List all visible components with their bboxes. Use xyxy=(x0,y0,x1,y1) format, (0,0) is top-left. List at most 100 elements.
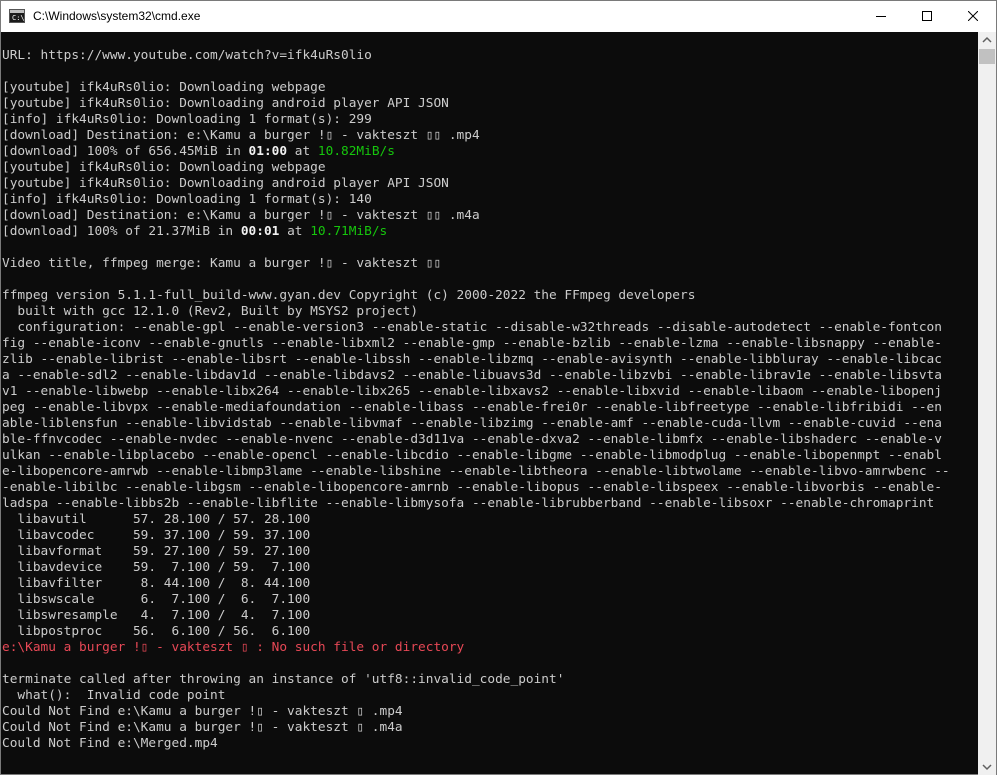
minimize-button[interactable] xyxy=(858,1,904,32)
console-line: libpostproc 56. 6.100 / 56. 6.100 xyxy=(2,624,978,640)
console-text: ble-ffnvcodec --enable-nvdec --enable-nv… xyxy=(2,432,942,447)
console-text: libavformat 59. 27.100 / 59. 27.100 xyxy=(2,544,311,559)
console-text: 10.71MiB/s xyxy=(310,224,388,239)
console-text: 01:00 xyxy=(248,144,288,159)
window-title: C:\Windows\system32\cmd.exe xyxy=(33,9,201,23)
console-text: ladspa --enable-libbs2b --enable-libflit… xyxy=(2,496,935,511)
console-line: e-libopencore-amrwb --enable-libmp3lame … xyxy=(2,464,978,480)
console-text: [youtube] ifk4uRs0lio: Downloading webpa… xyxy=(2,160,326,175)
console-text: Could Not Find e:\Kamu a burger !▯ - vak… xyxy=(2,720,403,735)
console-line: [info] ifk4uRs0lio: Downloading 1 format… xyxy=(2,112,978,128)
console-text: able-liblensfun --enable-libvidstab --en… xyxy=(2,416,942,431)
console-text: libswresample 4. 7.100 / 4. 7.100 xyxy=(2,608,311,623)
console-line: Could Not Find e:\Merged.mp4 xyxy=(2,736,978,752)
console-line: [youtube] ifk4uRs0lio: Downloading andro… xyxy=(2,96,978,112)
console-line: [youtube] ifk4uRs0lio: Downloading webpa… xyxy=(2,160,978,176)
console-text: terminate called after throwing an insta… xyxy=(2,672,565,687)
console-text: 00:01 xyxy=(240,224,280,239)
vertical-scrollbar[interactable] xyxy=(978,32,996,775)
console-text: ffmpeg version 5.1.1-full_build-www.gyan… xyxy=(2,288,696,303)
console-line: zlib --enable-librist --enable-libsrt --… xyxy=(2,352,978,368)
cmd-app-icon[interactable]: C:\ xyxy=(9,9,25,23)
console-line: libavdevice 59. 7.100 / 59. 7.100 xyxy=(2,560,978,576)
console-line: fig --enable-iconv --enable-gnutls --ena… xyxy=(2,336,978,352)
console-line: configuration: --enable-gpl --enable-ver… xyxy=(2,320,978,336)
console-text: Could Not Find e:\Kamu a burger !▯ - vak… xyxy=(2,704,403,719)
console-text: [info] ifk4uRs0lio: Downloading 1 format… xyxy=(2,192,372,207)
console-line: libavformat 59. 27.100 / 59. 27.100 xyxy=(2,544,978,560)
console-text: libavutil 57. 28.100 / 57. 28.100 xyxy=(2,512,311,527)
console-line: [download] Destination: e:\Kamu a burger… xyxy=(2,128,978,144)
app-icon-label: C:\ xyxy=(12,14,25,22)
console-text: what(): Invalid code point xyxy=(2,688,226,703)
maximize-button[interactable] xyxy=(904,1,950,32)
console-line: [info] ifk4uRs0lio: Downloading 1 format… xyxy=(2,192,978,208)
console-line: libavutil 57. 28.100 / 57. 28.100 xyxy=(2,512,978,528)
console-text: built with gcc 12.1.0 (Rev2, Built by MS… xyxy=(2,304,419,319)
console-line: [youtube] ifk4uRs0lio: Downloading andro… xyxy=(2,176,978,192)
console-text: libswscale 6. 7.100 / 6. 7.100 xyxy=(2,592,311,607)
console-text: libavdevice 59. 7.100 / 59. 7.100 xyxy=(2,560,311,575)
console-line: [download] 100% of 656.45MiB in 01:00 at… xyxy=(2,144,978,160)
console-line: ffmpeg version 5.1.1-full_build-www.gyan… xyxy=(2,288,978,304)
title-bar[interactable]: C:\ C:\Windows\system32\cmd.exe xyxy=(1,1,996,32)
console-line: ble-ffnvcodec --enable-nvdec --enable-nv… xyxy=(2,432,978,448)
console-text: a --enable-sdl2 --enable-libdav1d --enab… xyxy=(2,368,942,383)
console-text: libavfilter 8. 44.100 / 8. 44.100 xyxy=(2,576,311,591)
console-line: libswscale 6. 7.100 / 6. 7.100 xyxy=(2,592,978,608)
console-text: e:\Kamu a burger !▯ - vakteszt ▯ : No su… xyxy=(2,640,465,655)
console-text: fig --enable-iconv --enable-gnutls --ena… xyxy=(2,336,942,351)
console-line: [download] 100% of 21.37MiB in 00:01 at … xyxy=(2,224,978,240)
console-text: [youtube] ifk4uRs0lio: Downloading andro… xyxy=(2,96,449,111)
console-line: ladspa --enable-libbs2b --enable-libflit… xyxy=(2,496,978,512)
console-text: URL: https://www.youtube.com/watch?v=ifk… xyxy=(2,48,372,63)
console-line: what(): Invalid code point xyxy=(2,688,978,704)
console-text: at xyxy=(279,224,311,239)
console-text: Could Not Find e:\Merged.mp4 xyxy=(2,736,218,751)
cmd-window: C:\ C:\Windows\system32\cmd.exe URL: htt… xyxy=(0,0,997,775)
console-line: able-liblensfun --enable-libvidstab --en… xyxy=(2,416,978,432)
console-text: [download] 100% of 656.45MiB in xyxy=(2,144,249,159)
console-line: e:\Kamu a burger !▯ - vakteszt ▯ : No su… xyxy=(2,640,978,656)
console-output[interactable]: URL: https://www.youtube.com/watch?v=ifk… xyxy=(2,32,978,775)
console-line: libswresample 4. 7.100 / 4. 7.100 xyxy=(2,608,978,624)
close-icon xyxy=(968,11,978,21)
scroll-up-button[interactable] xyxy=(978,32,996,49)
console-line: ulkan --enable-libplacebo --enable-openc… xyxy=(2,448,978,464)
console-text: e-libopencore-amrwb --enable-libmp3lame … xyxy=(2,464,950,479)
console-line: terminate called after throwing an insta… xyxy=(2,672,978,688)
console-text: zlib --enable-librist --enable-libsrt --… xyxy=(2,352,942,367)
console-text: [download] Destination: e:\Kamu a burger… xyxy=(2,208,480,223)
console-line: Could Not Find e:\Kamu a burger !▯ - vak… xyxy=(2,704,978,720)
console-text: [youtube] ifk4uRs0lio: Downloading webpa… xyxy=(2,80,326,95)
close-button[interactable] xyxy=(950,1,996,32)
scrollbar-thumb[interactable] xyxy=(979,49,995,64)
console-line: Could Not Find e:\Kamu a burger !▯ - vak… xyxy=(2,720,978,736)
scroll-down-arrow-icon xyxy=(982,764,992,771)
console-text: libpostproc 56. 6.100 / 56. 6.100 xyxy=(2,624,311,639)
console-text: [info] ifk4uRs0lio: Downloading 1 format… xyxy=(2,112,372,127)
console-line: libavcodec 59. 37.100 / 59. 37.100 xyxy=(2,528,978,544)
console-text: Video title, ffmpeg merge: Kamu a burger… xyxy=(2,256,442,271)
console-text: [download] 100% of 21.37MiB in xyxy=(2,224,241,239)
console-line: built with gcc 12.1.0 (Rev2, Built by MS… xyxy=(2,304,978,320)
console-line: -enable-libilbc --enable-libgsm --enable… xyxy=(2,480,978,496)
console-text: libavcodec 59. 37.100 / 59. 37.100 xyxy=(2,528,311,543)
console-text: -enable-libilbc --enable-libgsm --enable… xyxy=(2,480,942,495)
console-text: configuration: --enable-gpl --enable-ver… xyxy=(2,320,942,335)
console-line: a --enable-sdl2 --enable-libdav1d --enab… xyxy=(2,368,978,384)
console-line: URL: https://www.youtube.com/watch?v=ifk… xyxy=(2,48,978,64)
console-text: at xyxy=(287,144,318,159)
scroll-down-button[interactable] xyxy=(978,758,996,775)
console-text: ulkan --enable-libplacebo --enable-openc… xyxy=(2,448,942,463)
console-line: [download] Destination: e:\Kamu a burger… xyxy=(2,208,978,224)
maximize-icon xyxy=(922,11,932,21)
console-line: peg --enable-libvpx --enable-mediafounda… xyxy=(2,400,978,416)
console-text: v1 --enable-libwebp --enable-libx264 --e… xyxy=(2,384,942,399)
console-text: [download] Destination: e:\Kamu a burger… xyxy=(2,128,480,143)
scroll-up-arrow-icon xyxy=(982,36,992,43)
console-line: libavfilter 8. 44.100 / 8. 44.100 xyxy=(2,576,978,592)
